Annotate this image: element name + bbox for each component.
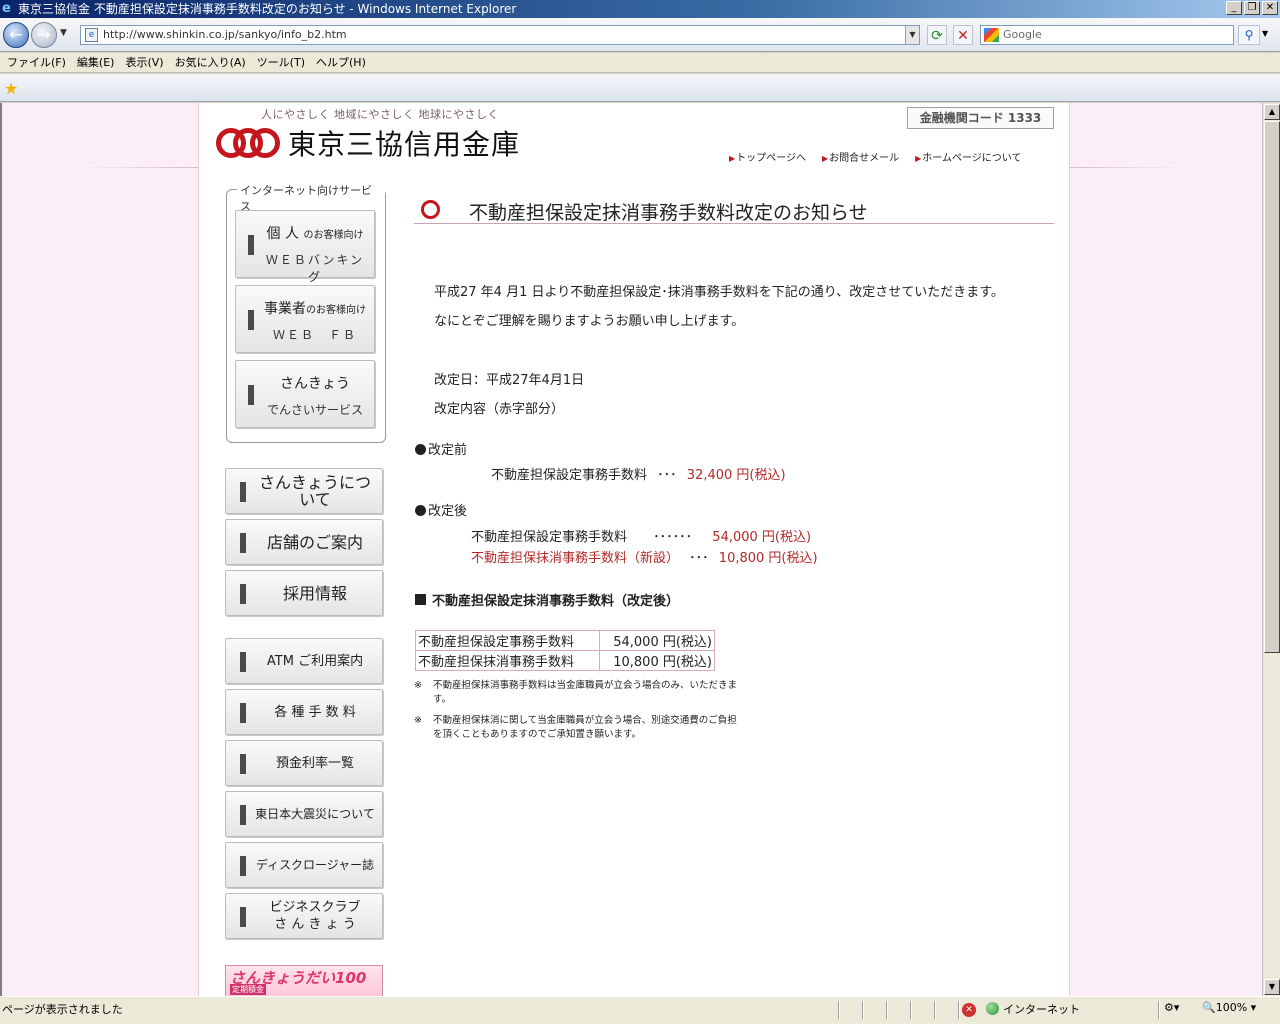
stop-button[interactable]: ✕ [953, 25, 973, 45]
recent-pages-dropdown-icon[interactable]: ▼ [60, 28, 67, 38]
scroll-up-icon[interactable]: ▲ [1264, 104, 1280, 120]
security-zone: インターネット [986, 1001, 1080, 1017]
maximize-button[interactable]: ❐ [1244, 1, 1260, 15]
address-input[interactable]: e http://www.shinkin.co.jp/sankyo/info_b… [80, 25, 920, 45]
bullet-icon [415, 505, 426, 516]
page-viewport: 人にやさしく 地域にやさしく 地球にやさしく 東京三協信用金庫 金融機関コード … [0, 103, 1262, 996]
close-window-button[interactable]: ✕ [1262, 1, 1278, 15]
forward-button[interactable]: → [31, 22, 57, 48]
search-placeholder: Google [1003, 28, 1042, 41]
status-bar: ページが表示されました ✕ インターネット ⚙▾ 🔍100% ▾ [0, 996, 1280, 1024]
before-heading: 改定前 [415, 439, 467, 458]
address-dropdown-icon[interactable]: ▼ [905, 26, 919, 44]
search-options-dropdown-icon[interactable]: ▼ [1262, 29, 1268, 38]
nav-branches[interactable]: 店舗のご案内 [225, 519, 383, 565]
table-row: 不動産担保設定事務手数料 54,000 円(税込) [415, 630, 715, 651]
nav-atm[interactable]: ATM ご利用案内 [225, 638, 383, 684]
fee-table-title: 不動産担保設定抹消事務手数料（改定後） [415, 594, 715, 609]
ie-logo-icon: e [2, 1, 11, 16]
status-message: ページが表示されました [2, 1003, 123, 1016]
google-icon [984, 28, 999, 42]
nav-recruitment[interactable]: 採用情報 [225, 570, 383, 616]
page-title-row: 不動産担保設定抹消事務手数料改定のお知らせ [414, 196, 1054, 224]
vertical-scrollbar[interactable]: ▲ ▼ [1262, 103, 1280, 996]
internet-services-box: インターネット向けサービス 個 人 のお客様向け ＷＥＢバンキング 事業者のお客… [226, 182, 386, 443]
nav-fees[interactable]: 各 種 手 数 料 [225, 689, 383, 735]
intro-line-2: なにとぞご理解を賜りますようお願い申し上げます。 [434, 314, 745, 329]
page-title: 不動産担保設定抹消事務手数料改定のお知らせ [469, 202, 868, 224]
nav-about-sankyo[interactable]: さんきょうについて [225, 468, 383, 514]
menu-file[interactable]: ファイル(F) [4, 53, 74, 72]
personal-web-banking-button[interactable]: 個 人 のお客様向け ＷＥＢバンキング [235, 210, 375, 284]
nav-interest-rates[interactable]: 預金利率一覧 [225, 740, 383, 786]
business-web-fb-button[interactable]: 事業者のお客様向け ＷＥＢ ＦＢ [235, 285, 375, 353]
fee-table: 不動産担保設定事務手数料 54,000 円(税込) 不動産担保抹消事務手数料 1… [415, 630, 715, 671]
page-container: 人にやさしく 地域にやさしく 地球にやさしく 東京三協信用金庫 金融機関コード … [198, 103, 1070, 996]
url-text: http://www.shinkin.co.jp/sankyo/info_b2.… [103, 28, 347, 41]
before-item: 不動産担保設定事務手数料 ･･･ 32,400 円(税込) [491, 468, 786, 483]
nav-disclosure[interactable]: ディスクロージャー誌 [225, 842, 383, 888]
square-bullet-icon [415, 594, 426, 605]
after-item-2: 不動産担保抹消事務手数料（新設） ･･･ 10,800 円(税込) [471, 551, 818, 566]
scroll-down-icon[interactable]: ▼ [1264, 979, 1280, 995]
scroll-thumb[interactable] [1264, 121, 1280, 653]
main-content: 不動産担保設定抹消事務手数料改定のお知らせ 平成27 年4 月1 日より不動産担… [414, 103, 1054, 996]
menu-favorites[interactable]: お気に入り(A) [172, 53, 254, 72]
zoom-level[interactable]: 🔍100% ▾ [1202, 1001, 1256, 1014]
menu-tools[interactable]: ツール(T) [254, 53, 313, 72]
address-toolbar: ← → ▼ e http://www.shinkin.co.jp/sankyo/… [0, 18, 1280, 52]
minimize-button[interactable]: _ [1226, 1, 1242, 15]
intro-line-1: 平成27 年4 月1 日より不動産担保設定･抹消事務手数料を下記の通り、改定させ… [434, 285, 1004, 300]
banner-subtitle: 定期積金 [230, 984, 266, 995]
favorites-star-icon[interactable]: ★ [4, 79, 18, 98]
revision-date: 改定日：平成27年4月1日 [434, 373, 585, 388]
after-item-1: 不動産担保設定事務手数料 ･･････ 54,000 円(税込) [471, 530, 812, 545]
window-title: 東京三協信金 不動産担保設定抹消事務手数料改定のお知らせ - Windows I… [18, 2, 517, 16]
back-button[interactable]: ← [3, 22, 29, 48]
search-button[interactable]: ⚲ [1238, 25, 1260, 45]
menu-edit[interactable]: 編集(E) [74, 53, 123, 72]
window-title-bar: e 東京三協信金 不動産担保設定抹消事務手数料改定のお知らせ - Windows… [0, 0, 1280, 18]
menu-help[interactable]: ヘルプ(H) [313, 53, 374, 72]
nav-earthquake[interactable]: 東日本大震災について [225, 791, 383, 837]
menu-view[interactable]: 表示(V) [122, 53, 171, 72]
page-icon: e [85, 28, 98, 42]
bullet-icon [415, 444, 426, 455]
title-circle-icon [421, 200, 440, 219]
densai-service-button[interactable]: さんきょう でんさいサービス [235, 360, 375, 428]
revision-content-label: 改定内容（赤字部分） [434, 402, 565, 417]
search-input[interactable]: Google [980, 25, 1234, 45]
refresh-button[interactable]: ⟳ [927, 25, 947, 45]
error-icon[interactable]: ✕ [962, 1003, 976, 1017]
menu-bar: ファイル(F) 編集(E) 表示(V) お気に入り(A) ツール(T) ヘルプ(… [0, 53, 1280, 73]
logo-rings-icon [216, 126, 280, 160]
favorites-bar: ★ [0, 74, 1280, 102]
after-heading: 改定後 [415, 500, 467, 519]
protected-mode-icon[interactable]: ⚙▾ [1164, 1001, 1179, 1014]
table-row: 不動産担保抹消事務手数料 10,800 円(税込) [415, 650, 715, 671]
nav-business-club[interactable]: ビジネスクラブ さ ん き ょ う [225, 893, 383, 939]
globe-icon [986, 1002, 999, 1015]
savings-banner[interactable]: さんきょうだい100 定期積金 [225, 965, 383, 996]
